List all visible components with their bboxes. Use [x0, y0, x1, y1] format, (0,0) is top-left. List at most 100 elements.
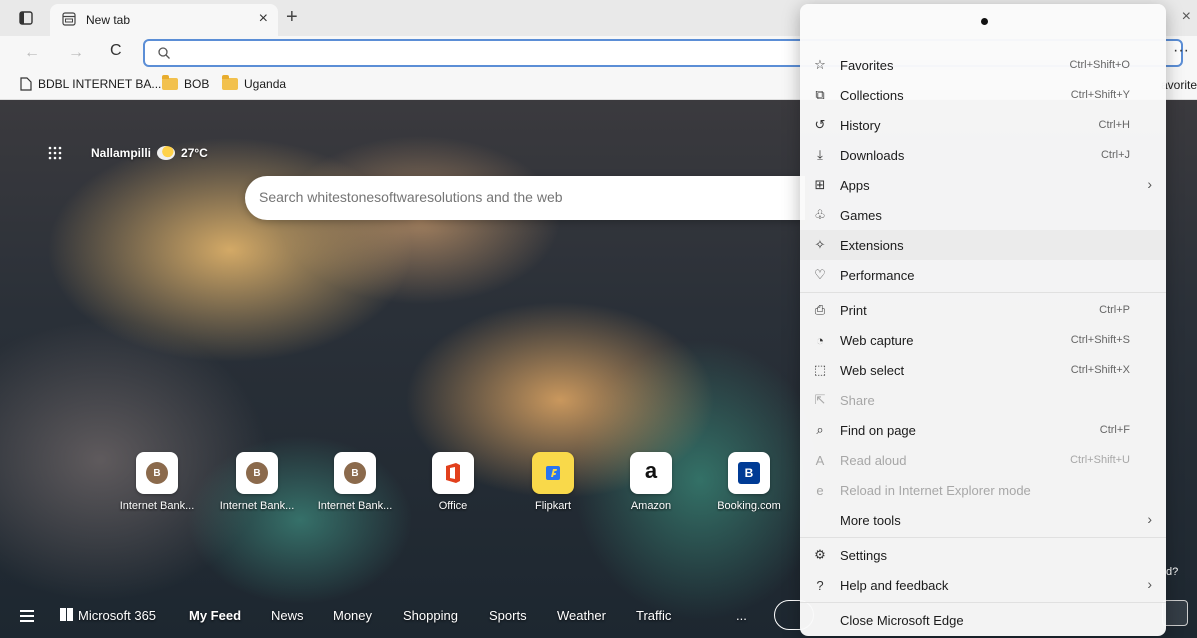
menu-item-close-edge[interactable]: Close Microsoft Edge — [800, 605, 1166, 635]
feed-tab-microsoft-365[interactable]: Microsoft 365 — [60, 608, 156, 623]
quick-link-tile[interactable]: B Booking.com — [704, 452, 794, 512]
refresh-icon[interactable]: C — [110, 42, 122, 60]
menu-item-more-tools[interactable]: More tools › — [800, 505, 1166, 535]
chevron-right-icon: › — [1147, 511, 1152, 527]
new-tab-favicon-icon — [62, 12, 76, 26]
quick-link-label: Amazon — [630, 500, 672, 512]
quick-link-label: Booking.com — [717, 500, 781, 512]
quick-link-label: Office — [438, 500, 468, 512]
quick-link-tile[interactable]: B Internet Bank... — [112, 452, 202, 512]
favorite-folder[interactable]: BOB — [162, 75, 210, 91]
download-icon: ⤓ — [817, 147, 823, 162]
menu-item-favorites[interactable]: ☆ Favorites Ctrl+Shift+O — [800, 50, 1166, 80]
menu-item-extensions[interactable]: ✧ Extensions — [800, 230, 1166, 260]
new-tab-button[interactable]: + — [286, 6, 298, 29]
flipkart-icon — [532, 452, 574, 494]
menu-item-web-select[interactable]: ⬚ Web select Ctrl+Shift+X — [800, 355, 1166, 385]
tab-close-icon[interactable]: × — [259, 10, 268, 28]
menu-item-history[interactable]: ↺ History Ctrl+H — [800, 110, 1166, 140]
quick-link-tile[interactable]: B Internet Bank... — [212, 452, 302, 512]
favorite-label: BDBL INTERNET BA... — [38, 77, 162, 91]
performance-icon: ♡ — [814, 267, 826, 282]
quick-link-tile[interactable]: a Amazon — [606, 452, 696, 512]
menu-item-share[interactable]: ⇱ Share — [800, 385, 1166, 415]
menu-item-print[interactable]: ⎙ Print Ctrl+P — [800, 295, 1166, 325]
quick-link-label: Internet Bank... — [119, 500, 195, 512]
quick-link-tile[interactable]: Office — [408, 452, 498, 512]
page-icon — [20, 77, 32, 91]
feed-tab-my-feed[interactable]: My Feed — [189, 608, 241, 623]
web-search-box[interactable] — [245, 176, 805, 220]
extensions-icon: ✧ — [814, 237, 826, 252]
feed-tab-traffic[interactable]: Traffic — [636, 608, 671, 623]
weather-widget[interactable]: Nallampilli 27°C — [91, 146, 208, 160]
settings-more-button[interactable]: ··· — [1173, 42, 1189, 60]
bank-site-icon: B — [334, 452, 376, 494]
quick-links: B Internet Bank... B Internet Bank... B … — [112, 452, 802, 522]
help-icon: ? — [816, 577, 824, 593]
office-icon — [432, 452, 474, 494]
web-select-icon: ⬚ — [813, 362, 827, 377]
quick-link-tile[interactable]: Flipkart — [508, 452, 598, 512]
menu-item-downloads[interactable]: ⤓ Downloads Ctrl+J — [800, 140, 1166, 170]
windows-logo-icon — [60, 608, 73, 621]
feedback-text: d? — [1166, 566, 1179, 578]
menu-item-games[interactable]: ♧ Games — [800, 200, 1166, 230]
menu-divider — [800, 292, 1166, 293]
favorite-label: BOB — [184, 77, 210, 91]
read-aloud-icon: A — [815, 452, 825, 468]
app-launcher-icon[interactable] — [48, 146, 62, 160]
web-capture-icon: ◔ — [816, 332, 824, 348]
weather-location: Nallampilli — [91, 146, 152, 160]
bank-site-icon: B — [236, 452, 278, 494]
menu-item-performance[interactable]: ♡ Performance — [800, 260, 1166, 290]
address-input[interactable] — [179, 45, 779, 63]
back-icon[interactable]: ← — [24, 44, 40, 62]
menu-item-help-and-feedback[interactable]: ? Help and feedback › — [800, 570, 1166, 600]
quick-link-tile[interactable]: B Internet Bank... — [310, 452, 400, 512]
apps-icon: ⊞ — [814, 177, 826, 192]
menu-item-settings[interactable]: ⚙ Settings — [800, 540, 1166, 570]
other-favorites[interactable]: avorite — [1161, 78, 1197, 92]
feed-more-button[interactable]: ... — [736, 608, 747, 623]
weather-temperature: 27°C — [181, 146, 208, 160]
tab-actions-icon[interactable] — [18, 10, 34, 26]
favorite-label: Uganda — [244, 77, 287, 91]
web-search-input[interactable] — [259, 189, 799, 205]
chevron-right-icon: › — [1147, 576, 1152, 592]
folder-icon — [222, 75, 238, 90]
feed-tab-news[interactable]: News — [271, 608, 304, 623]
weather-partly-sunny-icon — [157, 146, 176, 160]
favorite-folder[interactable]: Uganda — [222, 75, 287, 91]
folder-icon — [162, 75, 178, 90]
settings-and-more-menu: ☆ Favorites Ctrl+Shift+O ⧉ Collections C… — [800, 4, 1166, 636]
favorite-item[interactable]: BDBL INTERNET BA... — [20, 77, 161, 91]
share-icon: ⇱ — [814, 392, 826, 407]
ie-mode-icon: e — [816, 482, 824, 498]
feed-tab-weather[interactable]: Weather — [557, 608, 606, 623]
feed-tab-sports[interactable]: Sports — [489, 608, 527, 623]
history-icon: ↺ — [814, 117, 826, 132]
window-close-icon[interactable]: × — [1182, 8, 1191, 26]
print-icon: ⎙ — [814, 302, 826, 317]
menu-item-web-capture[interactable]: ◔ Web capture Ctrl+Shift+S — [800, 325, 1166, 355]
quick-link-label: Internet Bank... — [317, 500, 393, 512]
menu-divider — [800, 537, 1166, 538]
booking-icon: B — [728, 452, 770, 494]
menu-item-ie-mode[interactable]: e Reload in Internet Explorer mode — [800, 475, 1166, 505]
quick-link-label: Internet Bank... — [219, 500, 295, 512]
feed-tab-shopping[interactable]: Shopping — [403, 608, 458, 623]
menu-indicator-dot — [981, 18, 988, 25]
tab-new-tab[interactable]: New tab × — [50, 4, 278, 36]
menu-item-apps[interactable]: ⊞ Apps › — [800, 170, 1166, 200]
menu-item-find-on-page[interactable]: ⌕ Find on page Ctrl+F — [800, 415, 1166, 445]
quick-link-label: Flipkart — [534, 500, 572, 512]
menu-icon[interactable] — [20, 610, 34, 622]
chevron-right-icon: › — [1147, 176, 1152, 192]
favorites-icon: ☆ — [814, 57, 826, 72]
menu-item-collections[interactable]: ⧉ Collections Ctrl+Shift+Y — [800, 80, 1166, 110]
feed-tab-money[interactable]: Money — [333, 608, 372, 623]
settings-icon: ⚙ — [814, 547, 826, 562]
forward-icon[interactable]: → — [68, 44, 84, 62]
menu-item-read-aloud[interactable]: A Read aloud Ctrl+Shift+U — [800, 445, 1166, 475]
